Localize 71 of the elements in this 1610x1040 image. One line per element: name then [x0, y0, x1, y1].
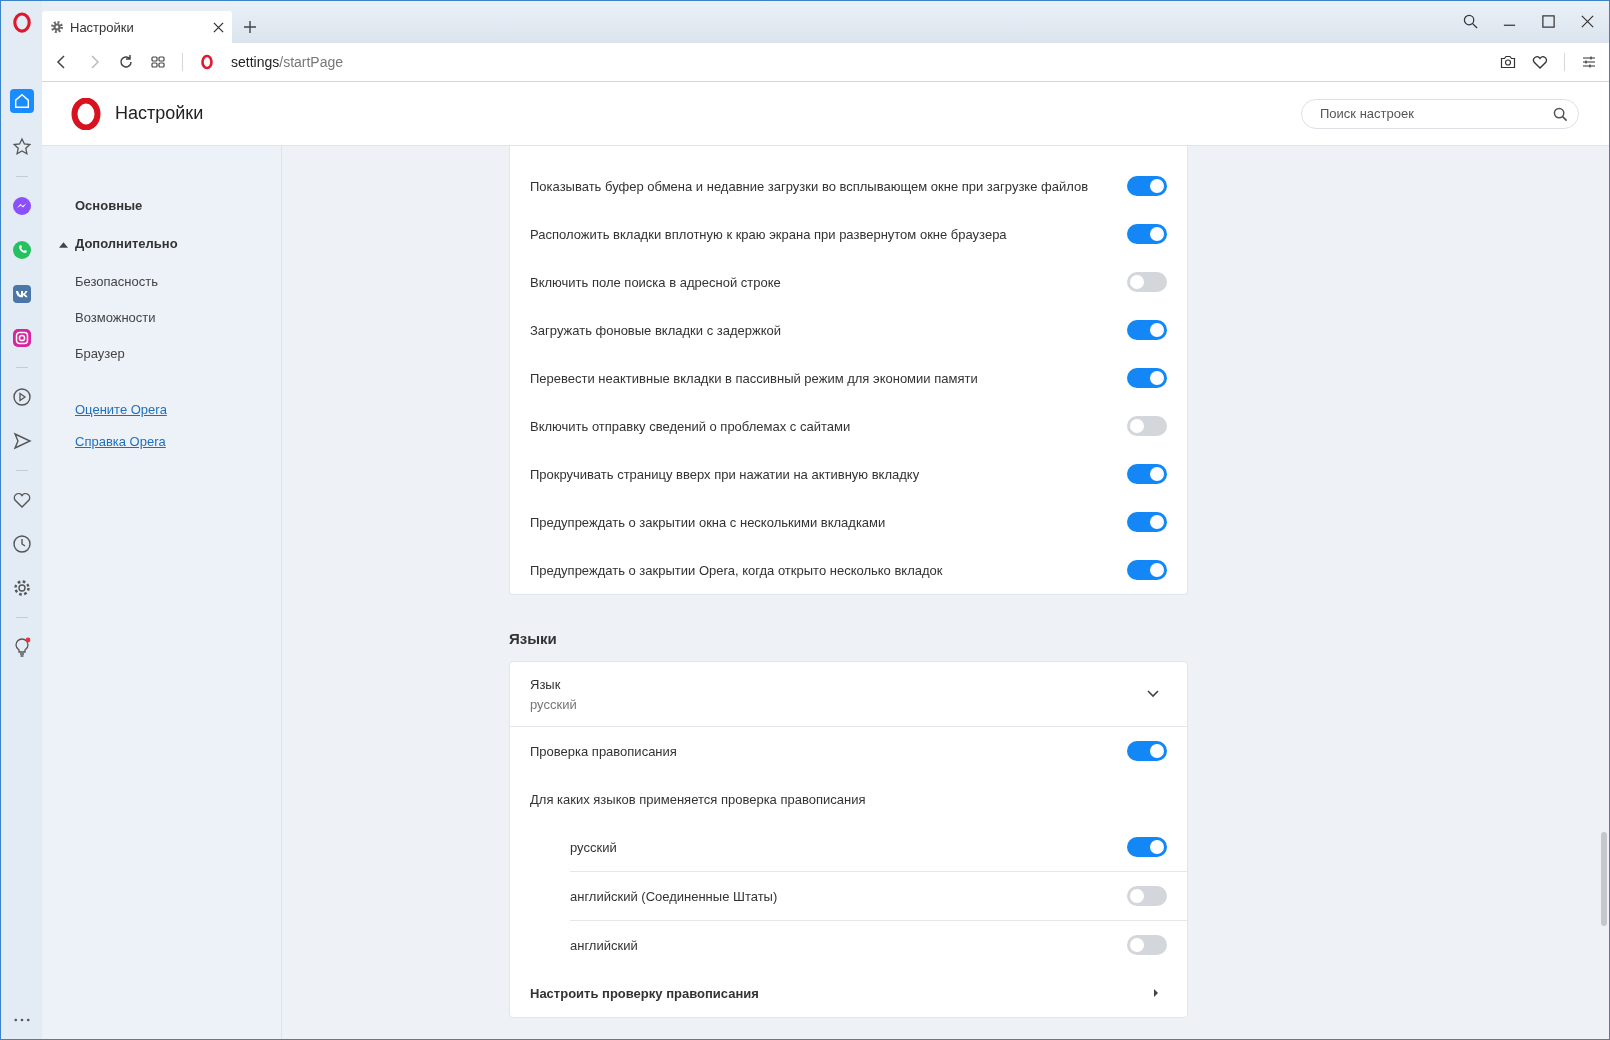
toggle-switch[interactable]	[1127, 560, 1167, 580]
close-icon[interactable]	[213, 21, 224, 33]
gear-icon	[50, 20, 64, 34]
chevron-down-icon[interactable]	[1147, 690, 1159, 698]
heart-icon[interactable]	[11, 490, 32, 510]
plus-icon[interactable]	[244, 21, 256, 33]
toggle-switch[interactable]	[1127, 368, 1167, 388]
setting-label: Загружать фоновые вкладки с задержкой	[530, 322, 782, 338]
clock-icon[interactable]	[11, 534, 32, 554]
setting-label: Для каких языков применяется проверка правописания	[530, 791, 866, 807]
heart-icon[interactable]	[1532, 54, 1548, 70]
toggle-switch[interactable]	[1127, 741, 1167, 761]
toggle-switch[interactable]	[1127, 886, 1167, 906]
toggle-switch[interactable]	[1127, 512, 1167, 532]
instagram-icon[interactable]	[11, 328, 32, 348]
send-icon[interactable]	[11, 431, 32, 451]
address-field[interactable]: settings/startPage	[231, 54, 1484, 70]
toggle-switch[interactable]	[1127, 272, 1167, 292]
toggle-switch[interactable]	[1127, 224, 1167, 244]
setting-label: Включить поле поиска в адресной строке	[530, 274, 781, 290]
toggle-switch[interactable]	[1127, 464, 1167, 484]
help-link[interactable]: Оцените Opera	[75, 402, 167, 417]
caret-icon[interactable]	[59, 242, 68, 248]
tab-title: Настройки	[70, 19, 135, 35]
scrollbar-thumb[interactable]	[1601, 832, 1607, 926]
page-title: Настройки	[115, 103, 204, 124]
reload-icon[interactable]	[118, 54, 134, 70]
opera-logo-icon[interactable]	[12, 12, 31, 33]
nav-item[interactable]: Основные	[75, 198, 281, 236]
play-icon[interactable]	[11, 387, 32, 407]
toggle-switch[interactable]	[1127, 837, 1167, 857]
language-label: русский	[570, 839, 617, 855]
setting-label: Предупреждать о закрытии Opera, когда открыто несколько вкладок	[530, 562, 943, 578]
nav-item[interactable]: Дополнительно	[75, 236, 178, 274]
language-label: английский (Соединенные Штаты)	[570, 888, 778, 904]
star-icon[interactable]	[11, 137, 32, 157]
browser-tab[interactable]: Настройки	[42, 11, 232, 43]
opera-logo-icon	[70, 97, 102, 130]
settings-icon[interactable]	[11, 578, 32, 598]
toggle-switch[interactable]	[1127, 320, 1167, 340]
setting-label: Предупреждать о закрытии окна с несколькими вкладками	[530, 514, 886, 530]
more-icon[interactable]	[13, 1018, 30, 1022]
spellcheck-settings-item[interactable]: Настроить проверку правописания	[510, 969, 1187, 1017]
search-icon[interactable]	[1463, 14, 1478, 29]
chevron-right-icon[interactable]	[1153, 988, 1159, 998]
toggle-switch[interactable]	[1127, 176, 1167, 196]
grid-icon[interactable]	[150, 54, 166, 70]
language-dropdown[interactable]: Язык русский	[510, 662, 1187, 727]
help-link[interactable]: Справка Opera	[75, 434, 166, 449]
sliders-icon[interactable]	[1581, 54, 1597, 70]
messenger-icon[interactable]	[11, 196, 32, 216]
maximize-icon[interactable]	[1541, 14, 1556, 29]
nav-item[interactable]: Возможности	[75, 310, 281, 346]
setting-label: Включить отправку сведений о проблемах с сайтами	[530, 418, 851, 434]
vk-icon[interactable]	[11, 284, 32, 304]
nav-item[interactable]: Безопасность	[75, 274, 281, 310]
toggle-switch[interactable]	[1127, 935, 1167, 955]
setting-label: Расположить вкладки вплотную к краю экрана при развернутом окне браузера	[530, 226, 1007, 242]
nav-item[interactable]: Браузер	[75, 346, 281, 382]
section-title: Языки	[509, 630, 558, 647]
search-icon[interactable]	[1553, 106, 1568, 122]
language-label: английский	[570, 937, 638, 953]
setting-label: Прокручивать страницу вверх при нажатии на активную вкладку	[530, 466, 920, 482]
setting-label: Проверка правописания	[530, 743, 677, 759]
close-icon[interactable]	[1580, 14, 1595, 29]
setting-label: Перевести неактивные вкладки в пассивный режим для экономии памяти	[530, 370, 978, 386]
camera-icon[interactable]	[1500, 54, 1516, 70]
opera-logo-icon	[199, 54, 215, 70]
setting-label: Показывать буфер обмена и недавние загрузки во всплывающем окне при загрузке файлов	[530, 178, 1089, 194]
search-field[interactable]: Поиск настроек	[1301, 98, 1579, 129]
toggle-switch[interactable]	[1127, 416, 1167, 436]
